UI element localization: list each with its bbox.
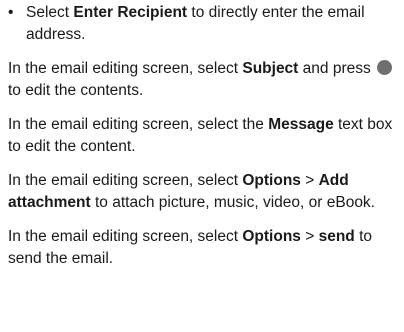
paragraph-message-before: In the email editing screen, select the — [8, 116, 269, 133]
bullet-text-before: Select — [26, 4, 74, 21]
manual-page: • Select Enter Recipient to directly ent… — [0, 0, 404, 270]
paragraph-send: In the email editing screen, select Opti… — [8, 226, 396, 270]
bold-term-send: send — [318, 228, 355, 245]
menu-separator: > — [300, 228, 319, 245]
bold-term-subject: Subject — [242, 60, 299, 77]
paragraph-attachment-after: to attach picture, music, video, or eBoo… — [90, 194, 375, 211]
bold-term-options: Options — [242, 172, 301, 189]
bullet-item-enter-recipient: • Select Enter Recipient to directly ent… — [8, 2, 396, 46]
paragraph-subject-middle: and press — [298, 60, 376, 77]
paragraph-subject: In the email editing screen, select Subj… — [8, 58, 396, 102]
menu-separator: > — [300, 172, 319, 189]
paragraph-add-attachment: In the email editing screen, select Opti… — [8, 170, 396, 214]
round-button-icon — [377, 60, 393, 75]
paragraph-attachment-before: In the email editing screen, select — [8, 172, 243, 189]
paragraph-subject-after: to edit the contents. — [8, 82, 144, 99]
paragraph-subject-before: In the email editing screen, select — [8, 60, 243, 77]
paragraph-message: In the email editing screen, select the … — [8, 114, 396, 158]
bullet-item-text: Select Enter Recipient to directly enter… — [26, 2, 396, 46]
bold-term-options: Options — [242, 228, 301, 245]
bold-term-message: Message — [268, 116, 334, 133]
bold-term-enter-recipient: Enter Recipient — [73, 4, 188, 21]
paragraph-send-before: In the email editing screen, select — [8, 228, 243, 245]
bullet-marker: • — [8, 4, 14, 21]
